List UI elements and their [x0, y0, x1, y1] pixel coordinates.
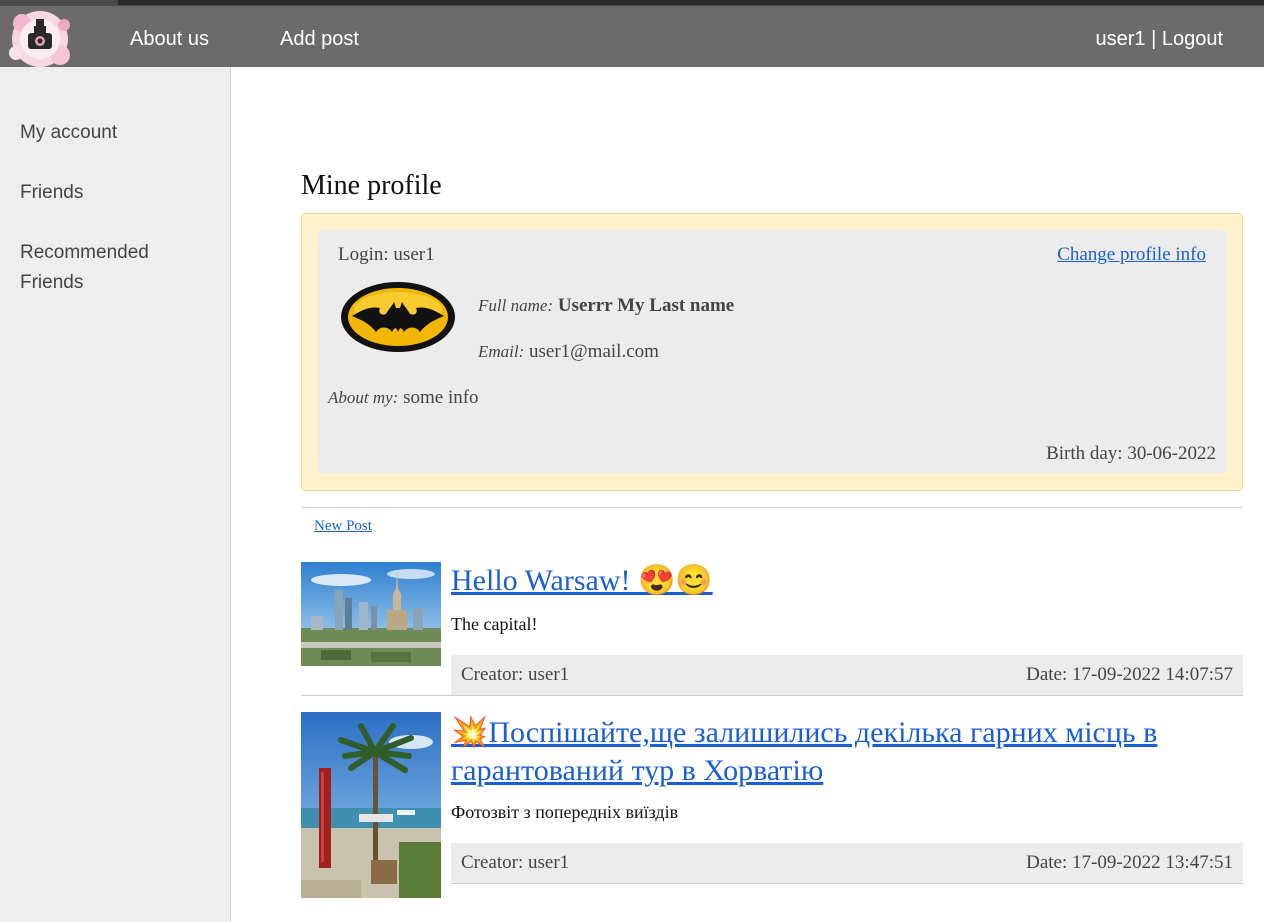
creator-label: Creator: [461, 852, 529, 873]
post-description: The capital! [451, 614, 538, 634]
sidebar: My account Friends Recommended Friends [0, 67, 231, 922]
full-name-value: Userrr My Last name [557, 295, 735, 316]
window-top-bar [118, 0, 1264, 5]
post-thumbnail-warsaw[interactable] [301, 562, 441, 666]
sidebar-item-recommended-friends[interactable]: Recommended Friends [20, 238, 170, 298]
post-creator: Creator: user1 [461, 852, 569, 874]
divider [301, 507, 1243, 508]
post-description: Фотозвіт з попередніх виїздів [451, 802, 679, 822]
profile-card-body: Login: user1 Change profile info Full na… [318, 230, 1226, 473]
nav-username-link[interactable]: user1 [1095, 28, 1145, 50]
profile-card: Login: user1 Change profile info Full na… [301, 213, 1243, 491]
avatar-batman-logo [341, 282, 455, 352]
logout-link[interactable]: Logout [1162, 28, 1223, 50]
login-label: Login: [338, 244, 394, 265]
page-title: Mine profile [301, 170, 442, 201]
login-line: Login: user1 [338, 244, 435, 266]
nav-add-post-link[interactable]: Add post [280, 28, 359, 51]
email-line: Email: user1@mail.com [478, 341, 659, 363]
change-profile-info-link[interactable]: Change profile info [1057, 244, 1206, 266]
post-thumbnail-croatia[interactable] [301, 712, 441, 898]
nav-about-us-link[interactable]: About us [130, 28, 209, 51]
post-footer: Creator: user1 Date: 17-09-2022 13:47:51 [451, 843, 1243, 884]
post-date: Date: 17-09-2022 14:07:57 [1026, 664, 1233, 686]
date-value: 17-09-2022 13:47:51 [1072, 852, 1233, 873]
nav-user-area: user1 | Logout [1095, 28, 1223, 51]
email-label: Email: [478, 342, 525, 361]
date-label: Date: [1026, 664, 1073, 685]
full-name-label: Full name: [478, 296, 554, 315]
full-name-line: Full name: Userrr My Last name [478, 295, 734, 317]
about-value: some info [403, 387, 479, 408]
post-creator: Creator: user1 [461, 664, 569, 686]
login-value: user1 [393, 244, 435, 265]
post-title-link[interactable]: Hello Warsaw! 😍😊 [451, 562, 1241, 600]
email-value: user1@mail.com [529, 341, 659, 362]
date-label: Date: [1026, 852, 1073, 873]
top-navbar: About us Add post user1 | Logout [0, 6, 1264, 67]
nav-separator: | [1145, 28, 1162, 50]
date-value: 17-09-2022 14:07:57 [1072, 664, 1233, 685]
birthday-value: 30-06-2022 [1127, 443, 1216, 464]
sidebar-item-my-account[interactable]: My account [20, 118, 210, 148]
sidebar-item-friends[interactable]: Friends [20, 178, 210, 208]
post-footer: Creator: user1 Date: 17-09-2022 14:07:57 [451, 655, 1243, 696]
creator-label: Creator: [461, 664, 529, 685]
post-date: Date: 17-09-2022 13:47:51 [1026, 852, 1233, 874]
camera-logo-icon[interactable] [2, 9, 78, 69]
birthday-line: Birth day: 30-06-2022 [1046, 443, 1216, 465]
birthday-label: Birth day: [1046, 443, 1128, 464]
post-divider [301, 695, 1243, 696]
creator-value: user1 [528, 852, 570, 873]
about-label: About my: [328, 388, 399, 407]
post-title-link[interactable]: 💥Поспішайте,ще залишились декілька гарни… [451, 714, 1241, 790]
new-post-link[interactable]: New Post [314, 518, 372, 535]
creator-value: user1 [528, 664, 570, 685]
about-line: About my: some info [328, 387, 479, 409]
